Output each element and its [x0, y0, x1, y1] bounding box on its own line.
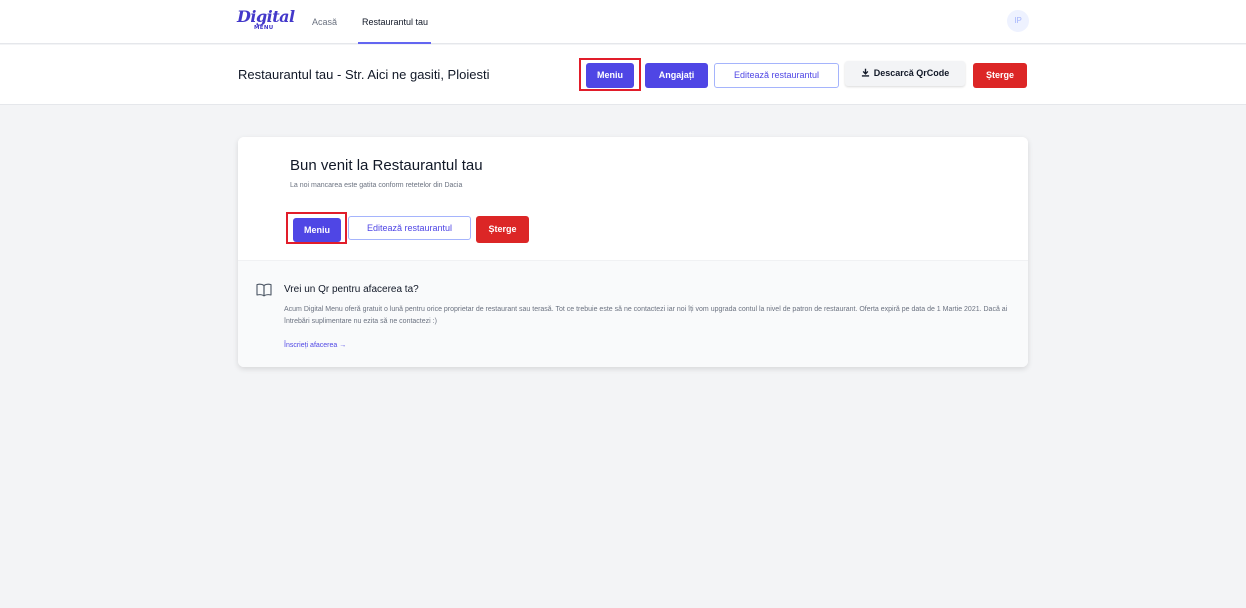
header-delete-button[interactable]: Șterge [973, 63, 1027, 88]
nav-active-indicator [358, 42, 431, 44]
nav-item-restaurant[interactable]: Restaurantul tau [362, 0, 428, 44]
brand-name: Digital [237, 7, 295, 26]
user-avatar[interactable]: IP [1007, 10, 1029, 32]
brand-logo[interactable]: Digital MENU [237, 8, 295, 36]
card-menu-button[interactable]: Meniu [293, 218, 341, 242]
register-business-link[interactable]: Înscrieți afacerea → [284, 341, 346, 351]
download-icon [861, 68, 869, 77]
page-header: Restaurantul tau - Str. Aici ne gasiti, … [0, 45, 1246, 105]
card-welcome-section: Bun venit la Restaurantul tau La noi man… [238, 137, 1028, 260]
card-delete-button[interactable]: Șterge [476, 216, 529, 243]
promo-text: Acum Digital Menu oferă gratuit o lună p… [284, 306, 1008, 325]
header-download-qr-button[interactable]: Descarcă QrCode [845, 61, 965, 86]
download-qr-label: Descarcă QrCode [873, 68, 950, 78]
promo-title: Vrei un Qr pentru afacerea ta? [284, 284, 419, 295]
header-menu-button[interactable]: Meniu [586, 63, 634, 88]
card-promo-section: Vrei un Qr pentru afacerea ta? Acum Digi… [238, 260, 1028, 367]
welcome-subtitle: La noi mancarea este gatita conform rete… [290, 182, 463, 189]
welcome-title: Bun venit la Restaurantul tau [290, 157, 483, 174]
page-title: Restaurantul tau - Str. Aici ne gasiti, … [238, 67, 490, 82]
top-navigation: Digital MENU Acasă Restaurantul tau IP [0, 0, 1246, 44]
restaurant-card: Bun venit la Restaurantul tau La noi man… [238, 137, 1028, 367]
header-employees-button[interactable]: Angajați [645, 63, 708, 88]
nav-item-home[interactable]: Acasă [312, 0, 337, 44]
card-edit-restaurant-button[interactable]: Editează restaurantul [348, 216, 471, 240]
header-edit-restaurant-button[interactable]: Editează restaurantul [714, 63, 839, 88]
brand-tagline: MENU [254, 25, 274, 31]
book-open-icon [256, 283, 272, 297]
